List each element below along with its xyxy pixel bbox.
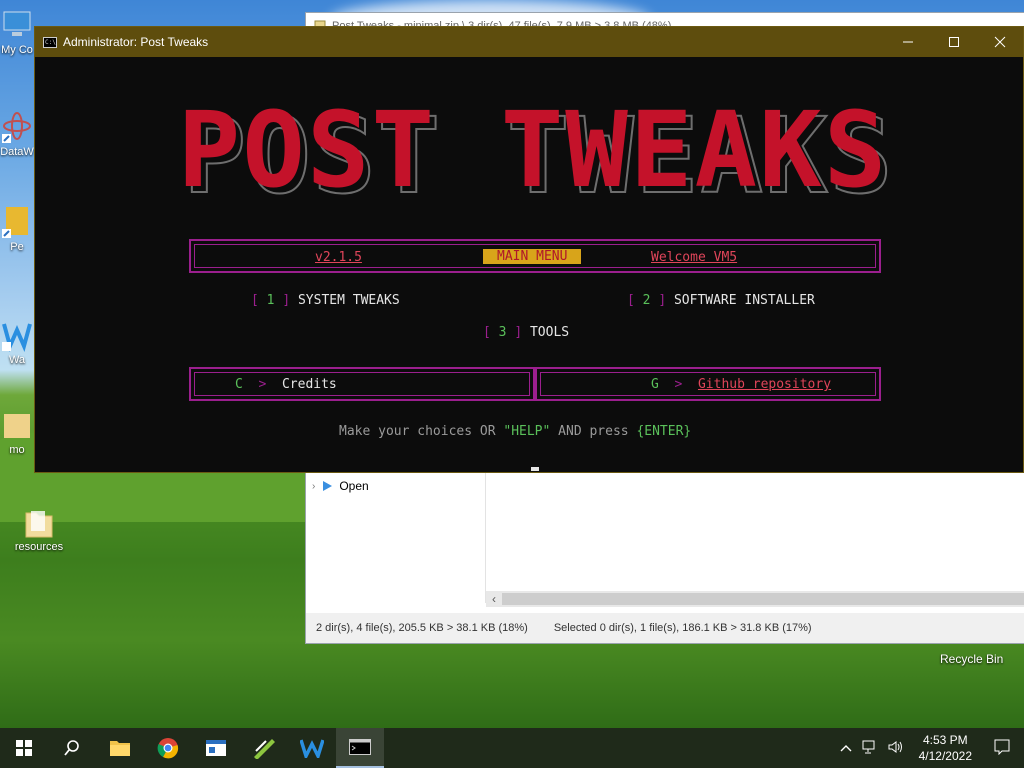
chevron-up-icon[interactable] xyxy=(835,741,857,755)
minimize-button[interactable] xyxy=(885,27,931,57)
system-tray: 4:53 PM 4/12/2022 xyxy=(835,728,1024,768)
welcome-label: Welcome VM5 xyxy=(651,250,738,265)
notification-icon[interactable] xyxy=(982,739,1024,758)
main-menu-label: MAIN MENU xyxy=(483,249,582,264)
close-button[interactable] xyxy=(977,27,1023,57)
minimize-icon xyxy=(903,41,913,43)
w-app-button[interactable] xyxy=(288,728,336,768)
prompt-text: AND press xyxy=(550,424,637,439)
credits-box[interactable]: C > Credits xyxy=(189,367,535,401)
arrow-icon: > xyxy=(258,377,267,392)
input-prompt: Make your choices OR "HELP" AND press {E… xyxy=(339,424,691,439)
console-title-bar[interactable]: C:\ Administrator: Post Tweaks xyxy=(35,27,1023,57)
clock[interactable]: 4:53 PM 4/12/2022 xyxy=(909,732,982,764)
console-body[interactable]: POST TWEAKS POST TWEAKS v2.1.5 MAIN MENU… xyxy=(35,57,1023,472)
bracket-open: [ xyxy=(627,293,635,308)
desktop-icon-label: mo xyxy=(9,444,25,456)
chevron-right-icon: › xyxy=(312,480,316,492)
folder-tree[interactable]: › Open xyxy=(306,473,486,603)
credits-label: Credits xyxy=(281,377,337,392)
status-bar: 2 dir(s), 4 file(s), 205.5 KB > 38.1 KB … xyxy=(306,613,1024,643)
option-software-installer[interactable]: [ 2 ] SOFTWARE INSTALLER xyxy=(627,293,815,308)
tree-item-label: Open xyxy=(339,479,369,493)
desktop-icon-label: My Co xyxy=(1,44,33,56)
status-right: Selected 0 dir(s), 1 file(s), 186.1 KB >… xyxy=(553,622,812,634)
window-app-icon xyxy=(206,740,226,756)
bracket-open: [ xyxy=(251,293,259,308)
folder-icon xyxy=(110,741,130,756)
archive-app-button[interactable] xyxy=(240,728,288,768)
play-icon xyxy=(323,481,333,491)
console-title: Administrator: Post Tweaks xyxy=(63,35,209,49)
atom-icon xyxy=(2,112,31,143)
github-key: G xyxy=(651,377,659,392)
w-logo-icon xyxy=(2,323,32,352)
credits-key: C xyxy=(235,377,243,392)
option-key: 1 xyxy=(266,293,275,308)
archive-app-icon xyxy=(254,739,275,759)
maximize-button[interactable] xyxy=(931,27,977,57)
desktop-icon-label: Pe xyxy=(10,241,24,253)
desktop-icon-resources[interactable]: resources xyxy=(4,505,74,553)
network-icon[interactable] xyxy=(857,740,883,757)
app-window-button[interactable] xyxy=(192,728,240,768)
option-label: TOOLS xyxy=(529,325,570,340)
option-system-tweaks[interactable]: [ 1 ] SYSTEM TWEAKS xyxy=(251,293,400,308)
w-logo-icon xyxy=(300,739,324,758)
cmd-icon xyxy=(349,739,371,755)
post-tweaks-banner: POST TWEAKS POST TWEAKS xyxy=(178,89,894,207)
prompt-help: "HELP" xyxy=(503,424,551,439)
taskbar: 4:53 PM 4/12/2022 xyxy=(0,728,1024,768)
desktop-icon-label: Wa xyxy=(8,354,26,366)
horizontal-scrollbar[interactable]: ‹ xyxy=(486,591,1024,607)
clock-time: 4:53 PM xyxy=(922,733,968,747)
console-task-button[interactable] xyxy=(336,728,384,768)
chrome-button[interactable] xyxy=(144,728,192,768)
status-left: 2 dir(s), 4 file(s), 205.5 KB > 38.1 KB … xyxy=(316,622,528,634)
text-cursor xyxy=(531,467,539,471)
option-key: 3 xyxy=(498,325,507,340)
option-tools[interactable]: [ 3 ] TOOLS xyxy=(483,325,569,340)
search-icon xyxy=(64,740,79,756)
bracket-close: ] xyxy=(514,325,523,340)
version-label: v2.1.5 xyxy=(315,250,362,265)
menu-header-box: v2.1.5 MAIN MENU Welcome VM5 xyxy=(189,239,881,273)
start-button[interactable] xyxy=(0,728,48,768)
folder-icon xyxy=(25,511,53,538)
app-icon xyxy=(2,207,28,238)
github-box[interactable]: G > Github repository xyxy=(535,367,881,401)
maximize-icon xyxy=(949,37,959,47)
bracket-close: ] xyxy=(658,293,667,308)
folder-icon xyxy=(4,414,30,438)
search-button[interactable] xyxy=(48,728,96,768)
bracket-close: ] xyxy=(282,293,291,308)
desktop-icon-label: DataW xyxy=(0,146,34,158)
recycle-bin-label[interactable]: Recycle Bin xyxy=(940,652,1003,666)
clock-date: 4/12/2022 xyxy=(918,749,972,763)
windows-logo-icon xyxy=(16,740,32,756)
desktop-icon-label: resources xyxy=(14,541,64,553)
github-link[interactable]: Github repository xyxy=(698,377,831,392)
option-label: SYSTEM TWEAKS xyxy=(297,293,400,308)
option-label: SOFTWARE INSTALLER xyxy=(673,293,815,308)
cmd-icon: C:\ xyxy=(43,36,57,48)
banner-text: POST TWEAKS xyxy=(178,89,889,207)
option-key: 2 xyxy=(642,293,651,308)
scrollbar-thumb[interactable] xyxy=(502,593,1024,605)
console-window[interactable]: C:\ Administrator: Post Tweaks POST TWEA… xyxy=(34,26,1024,473)
computer-icon xyxy=(3,11,31,36)
close-icon xyxy=(994,36,1006,48)
file-explorer-button[interactable] xyxy=(96,728,144,768)
tree-item-open[interactable]: › Open xyxy=(312,479,369,493)
prompt-text: Make your choices OR xyxy=(339,424,504,439)
chrome-icon xyxy=(157,738,179,759)
credits-option[interactable]: C > Credits xyxy=(235,377,337,392)
scroll-left-icon[interactable]: ‹ xyxy=(486,592,502,606)
arrow-icon: > xyxy=(674,377,683,392)
bracket-open: [ xyxy=(483,325,491,340)
github-option[interactable]: G > Github repository xyxy=(651,377,831,392)
prompt-enter: {ENTER} xyxy=(636,424,692,439)
volume-icon[interactable] xyxy=(883,740,909,757)
